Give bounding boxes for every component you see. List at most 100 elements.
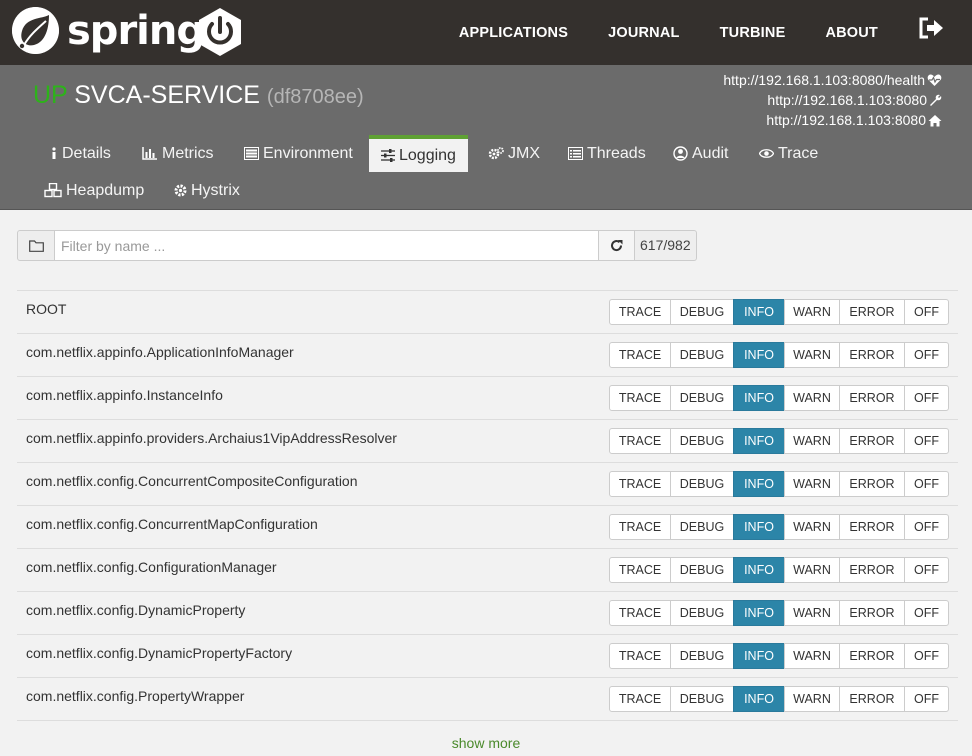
- cogs-icon: [488, 147, 504, 160]
- tab-audit[interactable]: Audit: [661, 135, 740, 172]
- nav-journal[interactable]: JOURNAL: [608, 25, 680, 41]
- level-info-button[interactable]: INFO: [733, 557, 785, 583]
- level-trace-button[interactable]: TRACE: [609, 471, 671, 497]
- tab-environment[interactable]: Environment: [232, 135, 365, 172]
- logger-name: com.netflix.config.DynamicPropertyFactor…: [26, 645, 293, 661]
- tab-details[interactable]: Details: [38, 135, 123, 172]
- level-warn-button[interactable]: WARN: [784, 514, 840, 540]
- tab-jmx[interactable]: JMX: [476, 135, 552, 172]
- level-info-button[interactable]: INFO: [733, 600, 785, 626]
- level-error-button[interactable]: ERROR: [839, 385, 905, 411]
- logger-row: com.netflix.appinfo.ApplicationInfoManag…: [17, 334, 958, 377]
- level-error-button[interactable]: ERROR: [839, 428, 905, 454]
- level-off-button[interactable]: OFF: [904, 342, 949, 368]
- level-debug-button[interactable]: DEBUG: [670, 428, 734, 454]
- level-info-button[interactable]: INFO: [733, 471, 785, 497]
- level-debug-button[interactable]: DEBUG: [670, 471, 734, 497]
- level-debug-button[interactable]: DEBUG: [670, 385, 734, 411]
- log-level-group: TRACE DEBUG INFO WARN ERROR OFF: [609, 557, 949, 583]
- home-icon: [928, 114, 942, 126]
- level-warn-button[interactable]: WARN: [784, 557, 840, 583]
- level-info-button[interactable]: INFO: [733, 299, 785, 325]
- level-warn-button[interactable]: WARN: [784, 428, 840, 454]
- level-off-button[interactable]: OFF: [904, 600, 949, 626]
- level-off-button[interactable]: OFF: [904, 514, 949, 540]
- level-debug-button[interactable]: DEBUG: [670, 342, 734, 368]
- level-info-button[interactable]: INFO: [733, 428, 785, 454]
- level-info-button[interactable]: INFO: [733, 643, 785, 669]
- tab-trace[interactable]: Trace: [747, 135, 830, 172]
- logger-list: ROOT TRACE DEBUG INFO WARN ERROR OFF com.netfli…: [17, 290, 958, 721]
- level-trace-button[interactable]: TRACE: [609, 385, 671, 411]
- tab-metrics[interactable]: Metrics: [130, 135, 226, 172]
- level-trace-button[interactable]: TRACE: [609, 428, 671, 454]
- level-trace-button[interactable]: TRACE: [609, 557, 671, 583]
- level-info-button[interactable]: INFO: [733, 385, 785, 411]
- level-error-button[interactable]: ERROR: [839, 557, 905, 583]
- tab-heapdump[interactable]: Heapdump: [32, 172, 156, 209]
- tab-logging[interactable]: Logging: [369, 135, 468, 172]
- logger-filter-input[interactable]: [55, 230, 599, 261]
- level-debug-button[interactable]: DEBUG: [670, 643, 734, 669]
- level-error-button[interactable]: ERROR: [839, 514, 905, 540]
- spring-logo[interactable]: spring: [12, 7, 205, 54]
- management-url[interactable]: http://192.168.1.103:8080: [767, 90, 927, 110]
- tab-threads[interactable]: Threads: [556, 135, 658, 172]
- level-off-button[interactable]: OFF: [904, 299, 949, 325]
- level-debug-button[interactable]: DEBUG: [670, 600, 734, 626]
- cubes-icon: [44, 183, 62, 198]
- health-url[interactable]: http://192.168.1.103:8080/health: [723, 70, 925, 90]
- level-error-button[interactable]: ERROR: [839, 299, 905, 325]
- level-warn-button[interactable]: WARN: [784, 385, 840, 411]
- level-debug-button[interactable]: DEBUG: [670, 514, 734, 540]
- nav-turbine[interactable]: TURBINE: [720, 25, 786, 41]
- level-off-button[interactable]: OFF: [904, 428, 949, 454]
- log-level-group: TRACE DEBUG INFO WARN ERROR OFF: [609, 385, 949, 411]
- level-warn-button[interactable]: WARN: [784, 686, 840, 712]
- level-off-button[interactable]: OFF: [904, 557, 949, 583]
- level-error-button[interactable]: ERROR: [839, 471, 905, 497]
- service-url-row[interactable]: http://192.168.1.103:8080: [723, 110, 942, 130]
- folder-toggle-button[interactable]: [17, 230, 55, 261]
- level-warn-button[interactable]: WARN: [784, 299, 840, 325]
- level-off-button[interactable]: OFF: [904, 385, 949, 411]
- level-error-button[interactable]: ERROR: [839, 686, 905, 712]
- app-name: SVCA-SERVICE: [74, 81, 260, 109]
- level-trace-button[interactable]: TRACE: [609, 686, 671, 712]
- level-trace-button[interactable]: TRACE: [609, 342, 671, 368]
- level-trace-button[interactable]: TRACE: [609, 514, 671, 540]
- management-url-row[interactable]: http://192.168.1.103:8080: [723, 90, 942, 110]
- show-more-link[interactable]: show more: [0, 735, 972, 751]
- level-info-button[interactable]: INFO: [733, 514, 785, 540]
- level-error-button[interactable]: ERROR: [839, 342, 905, 368]
- level-debug-button[interactable]: DEBUG: [670, 557, 734, 583]
- level-trace-button[interactable]: TRACE: [609, 600, 671, 626]
- level-info-button[interactable]: INFO: [733, 342, 785, 368]
- user-circle-icon: [673, 146, 688, 161]
- top-navbar: spring APPLICATIONS JOURNAL TURBINE ABOU…: [0, 0, 972, 65]
- health-url-row[interactable]: http://192.168.1.103:8080/health: [723, 70, 942, 90]
- level-error-button[interactable]: ERROR: [839, 600, 905, 626]
- nav-applications[interactable]: APPLICATIONS: [459, 25, 568, 41]
- level-error-button[interactable]: ERROR: [839, 643, 905, 669]
- gear-icon: [174, 184, 187, 197]
- level-off-button[interactable]: OFF: [904, 643, 949, 669]
- level-debug-button[interactable]: DEBUG: [670, 299, 734, 325]
- tab-hystrix[interactable]: Hystrix: [162, 172, 252, 209]
- level-warn-button[interactable]: WARN: [784, 643, 840, 669]
- service-url[interactable]: http://192.168.1.103:8080: [766, 110, 926, 130]
- level-off-button[interactable]: OFF: [904, 471, 949, 497]
- level-warn-button[interactable]: WARN: [784, 471, 840, 497]
- log-level-group: TRACE DEBUG INFO WARN ERROR OFF: [609, 643, 949, 669]
- level-trace-button[interactable]: TRACE: [609, 643, 671, 669]
- level-warn-button[interactable]: WARN: [784, 600, 840, 626]
- level-trace-button[interactable]: TRACE: [609, 299, 671, 325]
- refresh-button[interactable]: [599, 230, 635, 261]
- level-off-button[interactable]: OFF: [904, 686, 949, 712]
- eye-icon: [759, 149, 774, 158]
- level-debug-button[interactable]: DEBUG: [670, 686, 734, 712]
- logout-icon[interactable]: [918, 17, 944, 39]
- nav-about[interactable]: ABOUT: [825, 25, 878, 41]
- level-warn-button[interactable]: WARN: [784, 342, 840, 368]
- level-info-button[interactable]: INFO: [733, 686, 785, 712]
